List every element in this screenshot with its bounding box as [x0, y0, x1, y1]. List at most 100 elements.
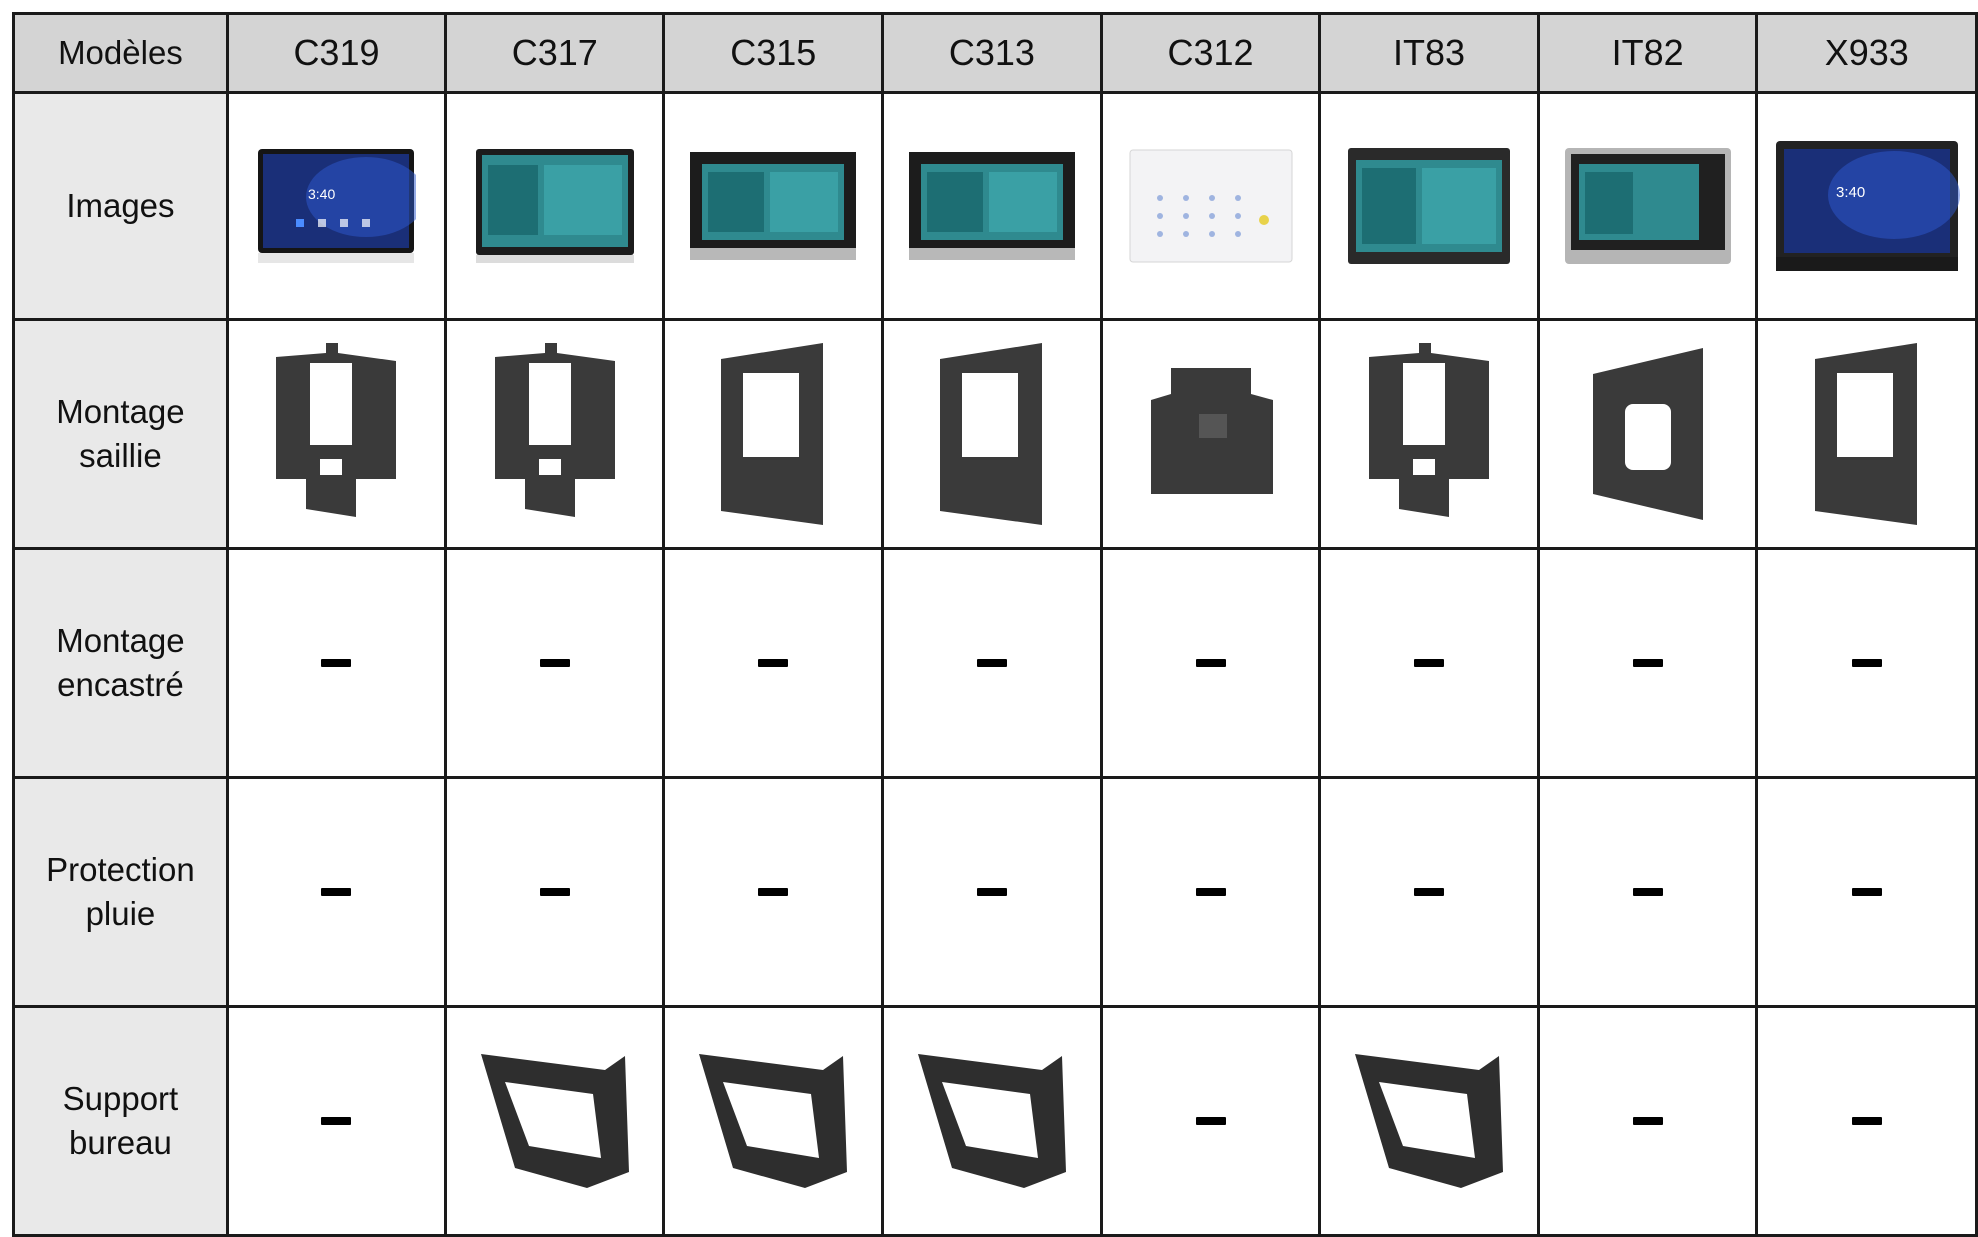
desk-stand-image: [1355, 1054, 1504, 1188]
flush-mount-row: Montage encastré: [12, 547, 1978, 779]
surface-mount-row: Montage saillie: [12, 318, 1978, 550]
row-label-flush-mount: Montage encastré: [12, 547, 229, 779]
row-label-text: Montage: [56, 393, 185, 430]
header-row: Modèles C319 C317 C315 C313 C312 IT83 IT…: [12, 12, 1978, 94]
not-available-dash: [321, 888, 352, 896]
bracket-cell-c315: [662, 318, 885, 550]
row-label-text: Images: [66, 187, 175, 224]
not-available-dash: [539, 659, 570, 667]
corner-header: Modèles: [12, 12, 229, 94]
model-header-it82: IT82: [1536, 12, 1759, 94]
wall-mount-bracket-image: [939, 343, 1042, 525]
wall-mount-bracket-image: [1814, 343, 1917, 525]
indoor-monitor-image: [1564, 148, 1731, 264]
not-available-dash: [976, 888, 1007, 896]
flush-cell-c312: [1099, 547, 1322, 779]
rain-cell-c312: [1099, 776, 1322, 1008]
flush-cell-it82: [1536, 547, 1759, 779]
image-cell-x933: 3:40: [1755, 91, 1978, 321]
bracket-cell-c312: [1099, 318, 1322, 550]
rain-cell-it83: [1318, 776, 1540, 1008]
model-header-c317: C317: [444, 12, 666, 94]
row-label-surface-mount: Montage saillie: [12, 318, 229, 550]
stand-cell-c312: [1099, 1005, 1322, 1237]
row-label-text: encastré: [57, 666, 184, 703]
bracket-cell-it83: [1318, 318, 1540, 550]
stand-cell-it83: [1318, 1005, 1540, 1237]
flush-cell-c313: [881, 547, 1103, 779]
not-available-dash: [1414, 888, 1445, 896]
image-cell-c312: [1099, 91, 1322, 321]
monitor-clock-text: 3:40: [1836, 184, 1865, 201]
flush-cell-x933: [1755, 547, 1978, 779]
wall-mount-bracket-image: [1150, 368, 1273, 494]
indoor-monitor-image: [908, 152, 1075, 260]
rain-cell-x933: [1755, 776, 1978, 1008]
image-cell-it82: [1536, 91, 1759, 321]
not-available-dash: [321, 1117, 352, 1125]
stand-cell-x933: [1755, 1005, 1978, 1237]
not-available-dash: [976, 659, 1007, 667]
desk-stand-row: Support bureau: [12, 1005, 1978, 1237]
compatibility-table: Modèles C319 C317 C315 C313 C312 IT83 IT…: [12, 12, 1978, 1237]
row-label-text: Montage: [56, 622, 185, 659]
row-label-rain-cover: Protection pluie: [12, 776, 229, 1008]
not-available-dash: [1195, 659, 1226, 667]
not-available-dash: [1632, 888, 1663, 896]
bracket-cell-c319: [225, 318, 448, 550]
image-cell-c313: [881, 91, 1103, 321]
model-header-c315: C315: [662, 12, 885, 94]
flush-cell-c317: [444, 547, 666, 779]
wall-mount-bracket-image: [1369, 343, 1490, 517]
indoor-monitor-image: 3:40: [258, 149, 417, 263]
model-header-c313: C313: [881, 12, 1103, 94]
indoor-monitor-image: [1129, 149, 1293, 263]
desk-stand-image: [917, 1054, 1066, 1188]
wall-mount-bracket-image: [276, 343, 397, 517]
wall-mount-bracket-image: [1592, 348, 1703, 520]
rain-cell-it82: [1536, 776, 1759, 1008]
desk-stand-image: [699, 1054, 848, 1188]
indoor-monitor-image: [1348, 148, 1511, 264]
bracket-cell-it82: [1536, 318, 1759, 550]
not-available-dash: [1195, 888, 1226, 896]
bracket-cell-c313: [881, 318, 1103, 550]
image-cell-c317: [444, 91, 666, 321]
rain-cell-c319: [225, 776, 448, 1008]
row-label-text: pluie: [85, 895, 156, 932]
stand-cell-c315: [662, 1005, 885, 1237]
rain-cover-row: Protection pluie: [12, 776, 1978, 1008]
not-available-dash: [758, 888, 789, 896]
row-label-images: Images: [12, 91, 229, 321]
wall-mount-bracket-image: [721, 343, 824, 525]
indoor-monitor-image: [690, 152, 857, 260]
flush-cell-it83: [1318, 547, 1540, 779]
stand-cell-c317: [444, 1005, 666, 1237]
desk-stand-image: [480, 1054, 629, 1188]
bracket-cell-x933: [1755, 318, 1978, 550]
indoor-monitor-image: [475, 149, 634, 263]
row-label-desk-stand: Support bureau: [12, 1005, 229, 1237]
flush-cell-c319: [225, 547, 448, 779]
flush-cell-c315: [662, 547, 885, 779]
image-cell-it83: [1318, 91, 1540, 321]
not-available-dash: [1851, 888, 1882, 896]
not-available-dash: [1195, 1117, 1226, 1125]
model-header-x933: X933: [1755, 12, 1978, 94]
images-row: Images 3:40 3:40: [12, 91, 1978, 321]
row-label-text: bureau: [69, 1124, 172, 1161]
row-label-text: Protection: [46, 851, 195, 888]
not-available-dash: [539, 888, 570, 896]
monitor-clock-text: 3:40: [308, 186, 335, 202]
rain-cell-c317: [444, 776, 666, 1008]
not-available-dash: [1632, 1117, 1663, 1125]
not-available-dash: [321, 659, 352, 667]
wall-mount-bracket-image: [494, 343, 615, 517]
rain-cell-c315: [662, 776, 885, 1008]
model-header-c312: C312: [1099, 12, 1322, 94]
model-header-it83: IT83: [1318, 12, 1540, 94]
model-header-c319: C319: [225, 12, 448, 94]
not-available-dash: [1414, 659, 1445, 667]
stand-cell-c319: [225, 1005, 448, 1237]
not-available-dash: [758, 659, 789, 667]
